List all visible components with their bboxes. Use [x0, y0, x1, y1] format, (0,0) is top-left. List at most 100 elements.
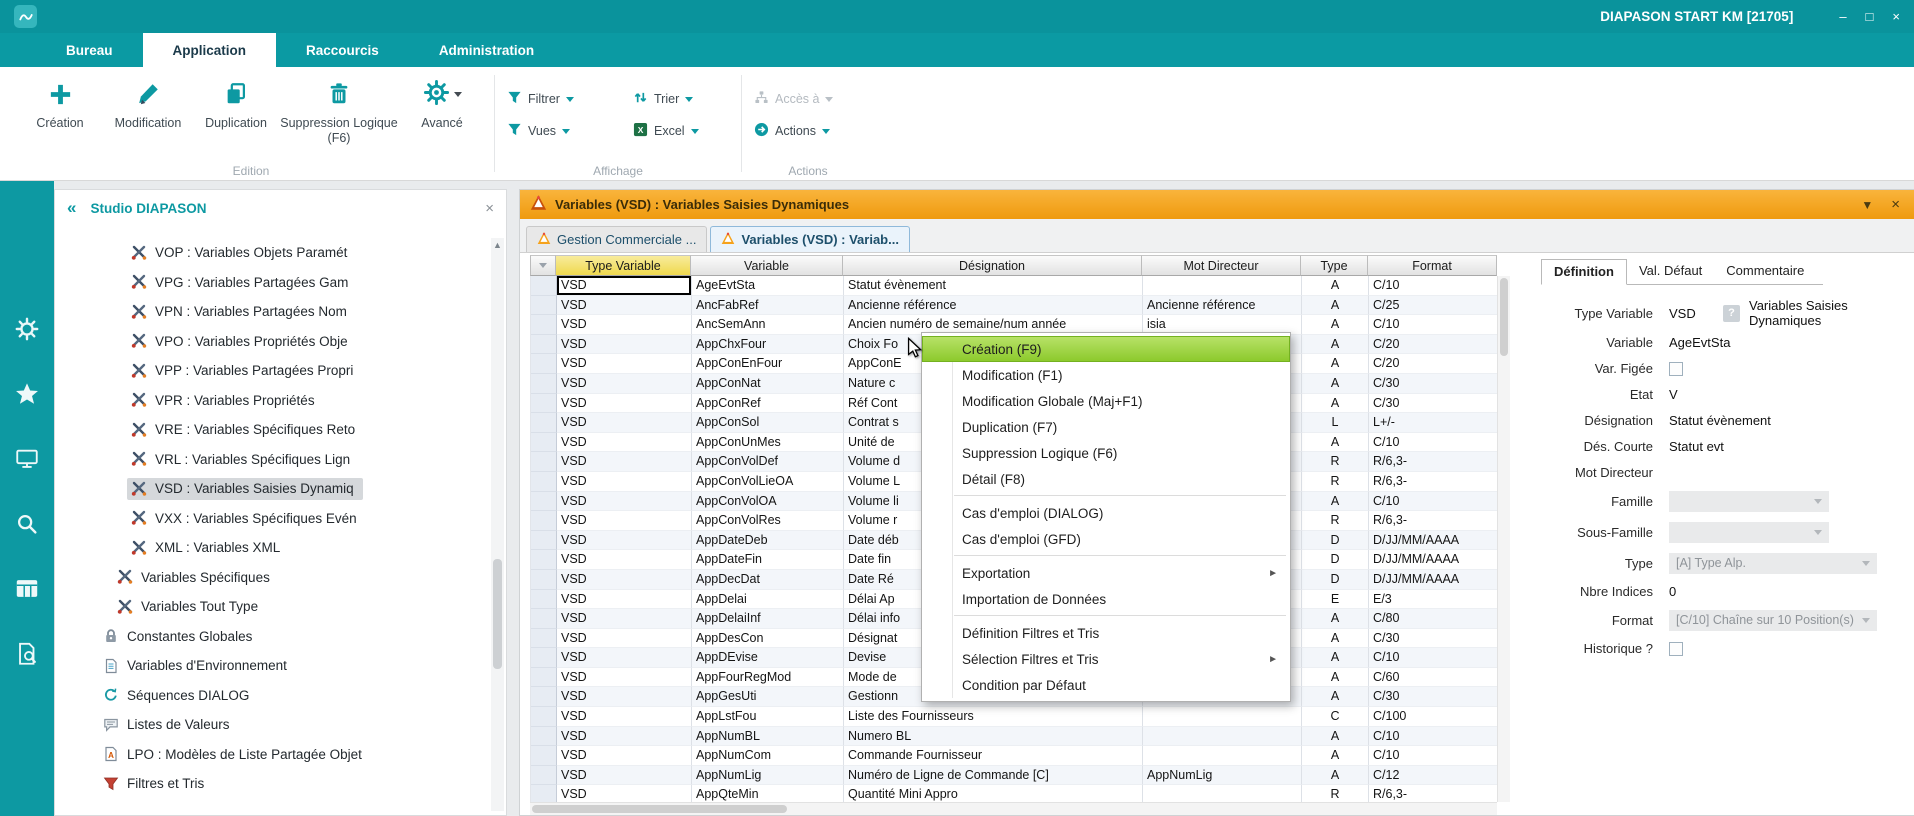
context-menu-item[interactable]: Modification Globale (Maj+F1): [922, 388, 1290, 414]
dropdown-field[interactable]: [C/10] Chaîne sur 10 Position(s): [1669, 610, 1877, 631]
row-selector-cell[interactable]: [531, 609, 557, 629]
tree-scrollbar-thumb[interactable]: [493, 559, 502, 669]
row-selector-cell[interactable]: [531, 315, 557, 335]
menu-tab[interactable]: Administration: [409, 33, 564, 67]
tree-item[interactable]: A VSD : Variables Saisies Dynamiq: [55, 474, 488, 504]
row-selector-cell[interactable]: [531, 707, 557, 727]
document-tab[interactable]: Variables (VSD) : Variab...: [710, 226, 910, 252]
row-selector-cell[interactable]: [531, 472, 557, 492]
context-menu-item[interactable]: Cas d'emploi (DIALOG): [922, 500, 1290, 526]
help-icon[interactable]: [1723, 305, 1740, 322]
row-selector-cell[interactable]: [531, 785, 557, 802]
table-row[interactable]: VSD AppNumLig Numéro de Ligne de Command…: [531, 766, 1498, 786]
side-strip-icon-button[interactable]: [13, 315, 41, 343]
table-row[interactable]: VSD AgeEvtSta Statut évènement A C/10: [531, 276, 1498, 296]
tree-item[interactable]: A Listes de Valeurs: [55, 710, 488, 740]
context-menu-item[interactable]: Exportation ►: [922, 560, 1290, 586]
context-menu-item[interactable]: Importation de Données: [922, 586, 1290, 612]
menu-tab[interactable]: Bureau: [36, 33, 143, 67]
context-menu-item[interactable]: Création (F9): [922, 336, 1290, 362]
avance-button[interactable]: Avancé: [398, 71, 486, 162]
table-row[interactable]: VSD AppLstFou Liste des Fournisseurs C C…: [531, 707, 1498, 727]
context-menu-item[interactable]: Cas d'emploi (GFD): [922, 526, 1290, 552]
actions-button[interactable]: Actions: [750, 120, 866, 142]
row-selector-cell[interactable]: [531, 374, 557, 394]
tree-item[interactable]: A VPG : Variables Partagées Gam: [55, 268, 488, 298]
tree-item[interactable]: A VXX : Variables Spécifiques Evén: [55, 504, 488, 534]
row-selector-cell[interactable]: [531, 570, 557, 590]
table-row[interactable]: VSD AppNumBL Numero BL A C/10: [531, 727, 1498, 747]
close-panel-icon[interactable]: ×: [485, 200, 494, 217]
trier-button[interactable]: Trier: [629, 88, 733, 110]
acces-a-button[interactable]: Accès à: [750, 88, 866, 110]
row-selector-cell[interactable]: [531, 687, 557, 707]
row-selector-cell[interactable]: [531, 413, 557, 433]
column-header[interactable]: Format: [1368, 255, 1497, 276]
row-selector-cell[interactable]: [531, 276, 557, 296]
tree-item[interactable]: A VPN : Variables Partagées Nom: [55, 297, 488, 327]
close-button[interactable]: ×: [1892, 10, 1900, 23]
side-strip-icon-button[interactable]: [13, 380, 41, 408]
row-selector-cell[interactable]: [531, 531, 557, 551]
tree-item[interactable]: A LPO : Modèles de Liste Partagée Objet: [55, 740, 488, 770]
column-header[interactable]: Type Variable: [556, 255, 691, 276]
table-vertical-scrollbar[interactable]: [1497, 276, 1510, 802]
tree-item[interactable]: A VPP : Variables Partagées Propri: [55, 356, 488, 386]
vues-button[interactable]: Vues: [503, 120, 625, 142]
tree-item[interactable]: A Séquences DIALOG: [55, 681, 488, 711]
row-selector-cell[interactable]: [531, 629, 557, 649]
horizontal-scrollbar-thumb[interactable]: [532, 805, 787, 813]
creation-button[interactable]: Création: [16, 71, 104, 162]
row-selector-cell[interactable]: [531, 668, 557, 688]
context-menu-item[interactable]: Condition par Défaut: [922, 672, 1290, 698]
side-strip-icon-button[interactable]: [13, 510, 41, 538]
table-row[interactable]: VSD AppNumCom Commande Fournisseur A C/1…: [531, 746, 1498, 766]
row-selector-cell[interactable]: [531, 492, 557, 512]
scroll-up-icon[interactable]: ▲: [491, 238, 504, 253]
detail-tab[interactable]: Définition: [1541, 259, 1627, 285]
context-menu-item[interactable]: Modification (F1): [922, 362, 1290, 388]
checkbox[interactable]: [1669, 362, 1683, 376]
detail-tab[interactable]: Commentaire: [1714, 259, 1816, 284]
side-strip-icon-button[interactable]: [13, 640, 41, 668]
column-header[interactable]: Type: [1301, 255, 1368, 276]
tree-item[interactable]: A Constantes Globales: [55, 622, 488, 652]
table-horizontal-scrollbar[interactable]: [530, 802, 1497, 815]
row-selector-cell[interactable]: [531, 433, 557, 453]
document-tab[interactable]: Gestion Commerciale ...: [526, 226, 707, 252]
window-collapse-icon[interactable]: ▼: [1861, 198, 1873, 212]
context-menu-item[interactable]: Sélection Filtres et Tris ►: [922, 646, 1290, 672]
tree-item[interactable]: A XML : Variables XML: [55, 533, 488, 563]
tree-scrollbar[interactable]: ▲: [491, 238, 504, 811]
minimize-button[interactable]: –: [1839, 10, 1846, 23]
row-selector-cell[interactable]: [531, 766, 557, 786]
row-selector-cell[interactable]: [531, 335, 557, 355]
checkbox[interactable]: [1669, 642, 1683, 656]
menu-tab[interactable]: Application: [143, 33, 277, 67]
table-row[interactable]: VSD AncFabRef Ancienne référence Ancienn…: [531, 296, 1498, 316]
filtrer-button[interactable]: Filtrer: [503, 88, 625, 110]
tree-item[interactable]: A VPO : Variables Propriétés Obje: [55, 327, 488, 357]
tree-item[interactable]: A Filtres et Tris: [55, 769, 488, 799]
table-row[interactable]: VSD AppQteMin Quantité Mini Appro R R/6,…: [531, 785, 1498, 802]
row-selector-cell[interactable]: [531, 550, 557, 570]
tree-item[interactable]: A Variables Tout Type: [55, 592, 488, 622]
maximize-button[interactable]: □: [1866, 10, 1874, 23]
row-selector-cell[interactable]: [531, 452, 557, 472]
window-close-icon[interactable]: ×: [1891, 196, 1900, 213]
row-selector-cell[interactable]: [531, 590, 557, 610]
column-header[interactable]: Désignation: [843, 255, 1142, 276]
tree-item[interactable]: A VRE : Variables Spécifiques Reto: [55, 415, 488, 445]
side-strip-icon-button[interactable]: [13, 445, 41, 473]
context-menu-item[interactable]: Suppression Logique (F6): [922, 440, 1290, 466]
row-selector-cell[interactable]: [531, 648, 557, 668]
duplication-button[interactable]: Duplication: [192, 71, 280, 162]
tree-item[interactable]: A VOP : Variables Objets Paramét: [55, 238, 488, 268]
dropdown-field[interactable]: [A] Type Alp.: [1669, 553, 1877, 574]
side-strip-icon-button[interactable]: [13, 575, 41, 603]
vertical-scrollbar-thumb[interactable]: [1500, 278, 1508, 356]
column-header[interactable]: Mot Directeur: [1142, 255, 1301, 276]
table-corner-header[interactable]: [530, 255, 556, 276]
tree-item[interactable]: A VRL : Variables Spécifiques Lign: [55, 445, 488, 475]
row-selector-cell[interactable]: [531, 746, 557, 766]
